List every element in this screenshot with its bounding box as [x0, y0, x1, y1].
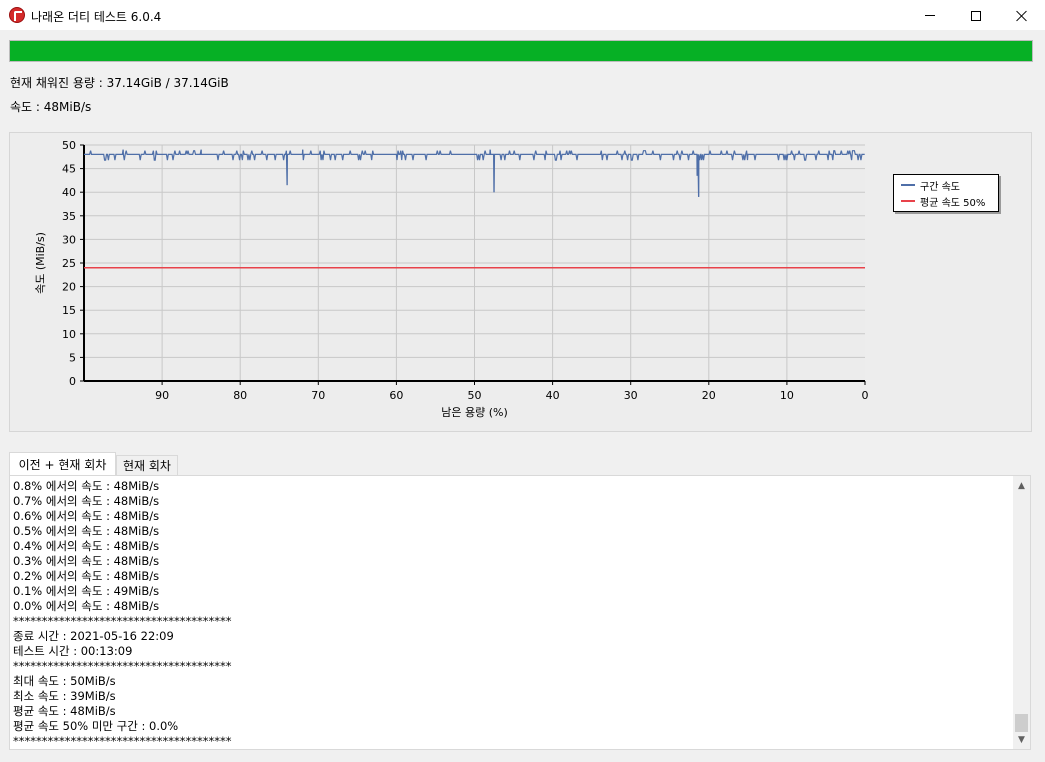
log-line: 테스트 시간 : 00:13:09 [13, 644, 133, 658]
legend-item-average-speed: 평균 속도 50% [901, 194, 986, 209]
x-tick-label: 50 [468, 389, 482, 402]
title-bar[interactable]: 나래온 더티 테스트 6.0.4 [0, 0, 1045, 31]
legend-item-interval-speed: 구간 속도 [901, 178, 960, 193]
chart-legend: 구간 속도 평균 속도 50% [893, 174, 999, 212]
log-line: 0.2% 에서의 속도 : 48MiB/s [13, 569, 160, 583]
x-tick-label: 0 [862, 389, 869, 402]
x-tick-label: 80 [233, 389, 247, 402]
maximize-icon [971, 10, 981, 21]
x-tick-label: 10 [780, 389, 794, 402]
log-line: 최소 속도 : 39MiB/s [13, 689, 116, 703]
scroll-thumb[interactable] [1015, 714, 1028, 732]
log-line: ************************************** [13, 734, 232, 748]
tab-previous-and-current[interactable]: 이전 + 현재 회차 [9, 452, 116, 475]
scroll-up-arrow-icon[interactable]: ▲ [1013, 477, 1030, 494]
scroll-down-arrow-icon[interactable]: ▼ [1013, 731, 1030, 748]
y-tick-label: 10 [62, 328, 76, 341]
close-button[interactable] [999, 0, 1045, 31]
log-line: 0.6% 에서의 속도 : 48MiB/s [13, 509, 160, 523]
log-lines: 0.8% 에서의 속도 : 48MiB/s 0.7% 에서의 속도 : 48MiB… [13, 479, 1003, 749]
y-axis-label: 속도 (MiB/s) [34, 232, 47, 294]
legend-label: 구간 속도 [920, 181, 960, 193]
close-icon [1016, 10, 1028, 22]
x-tick-label: 90 [155, 389, 169, 402]
y-tick-label: 50 [62, 139, 76, 152]
x-tick-label: 20 [702, 389, 716, 402]
y-tick-label: 40 [62, 186, 76, 199]
speed-label: 속도 : 48MiB/s [10, 100, 92, 114]
log-line: 0.5% 에서의 속도 : 48MiB/s [13, 524, 160, 538]
x-tick-label: 60 [389, 389, 403, 402]
y-tick-label: 20 [62, 281, 76, 294]
y-tick-label: 5 [69, 351, 76, 364]
y-tick-label: 30 [62, 233, 76, 246]
filled-capacity-label: 현재 채워진 용량 : 37.14GiB / 37.14GiB [10, 76, 229, 90]
y-tick-label: 35 [62, 210, 76, 223]
y-tick-label: 45 [62, 163, 76, 176]
y-tick-label: 0 [69, 375, 76, 388]
x-axis-label: 남은 용량 (%) [441, 406, 508, 419]
log-line: 0.7% 에서의 속도 : 48MiB/s [13, 494, 160, 508]
legend-label: 평균 속도 50% [920, 197, 986, 209]
log-line: 0.3% 에서의 속도 : 48MiB/s [13, 554, 160, 568]
log-line: 최대 속도 : 50MiB/s [13, 674, 116, 688]
minimize-icon [925, 15, 935, 16]
window-title: 나래온 더티 테스트 6.0.4 [31, 10, 162, 24]
log-line: 평균 속도 : 48MiB/s [13, 704, 116, 718]
legend-swatch [901, 184, 915, 186]
y-tick-label: 15 [62, 304, 76, 317]
progress-fill [10, 41, 1032, 61]
log-line: 0.4% 에서의 속도 : 48MiB/s [13, 539, 160, 553]
legend-swatch [901, 200, 915, 202]
x-tick-label: 40 [546, 389, 560, 402]
x-tick-label: 70 [311, 389, 325, 402]
log-line: 평균 속도 50% 미만 구간 : 0.0% [13, 719, 179, 733]
minimize-button[interactable] [907, 0, 953, 31]
app-logo-icon [9, 7, 25, 23]
x-tick-label: 30 [624, 389, 638, 402]
log-textbox[interactable]: 0.8% 에서의 속도 : 48MiB/s 0.7% 에서의 속도 : 48MiB… [9, 475, 1031, 750]
maximize-button[interactable] [953, 0, 999, 31]
log-line: 0.1% 에서의 속도 : 49MiB/s [13, 584, 160, 598]
speed-chart-panel: 0 5 10 15 20 25 30 35 40 45 50 90 80 70 60 50 40 30 20 10 0 남… [9, 132, 1032, 432]
tab-current-round[interactable]: 현재 회차 [116, 455, 178, 475]
progress-bar [9, 40, 1033, 62]
vertical-scrollbar[interactable]: ▲ ▼ [1013, 476, 1030, 749]
log-line: ************************************** [13, 614, 232, 628]
log-line: 0.8% 에서의 속도 : 48MiB/s [13, 479, 160, 493]
speed-chart: 0 5 10 15 20 25 30 35 40 45 50 90 80 70 60 50 40 30 20 10 0 남… [34, 139, 869, 419]
y-tick-label: 25 [62, 257, 76, 270]
log-line: 종료 시간 : 2021-05-16 22:09 [13, 629, 174, 643]
log-line: 0.0% 에서의 속도 : 48MiB/s [13, 599, 160, 613]
log-line: ************************************** [13, 659, 232, 673]
